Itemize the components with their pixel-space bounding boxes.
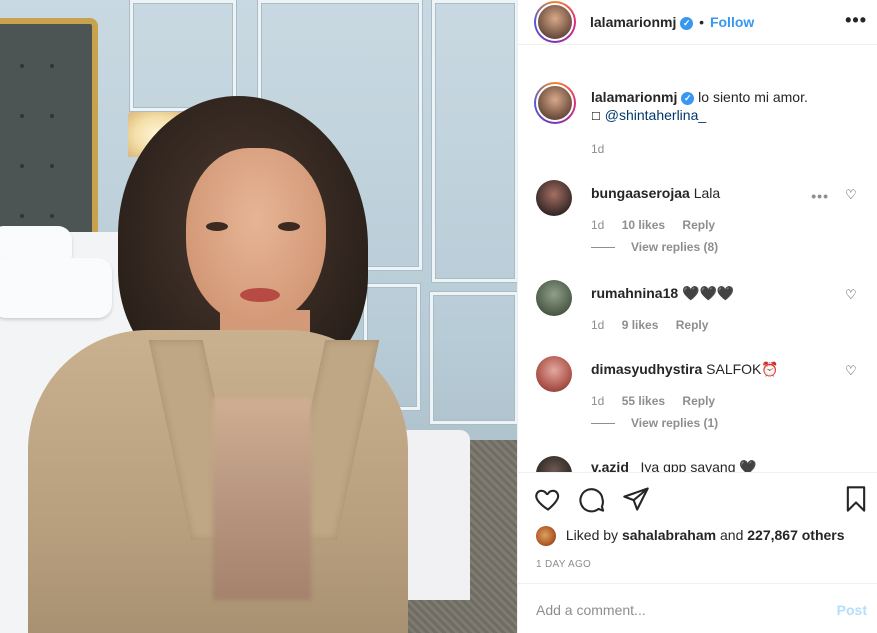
post-header: lalamarionmj ✓ • Follow ••• — [518, 0, 877, 45]
wall-molding — [432, 0, 517, 282]
liker-avatar[interactable] — [536, 526, 556, 547]
post-actions: Liked by sahalabraham and 227,867 others… — [518, 472, 877, 633]
liked-by-line: Liked by sahalabraham and 227,867 others — [536, 523, 845, 547]
commenter-avatar[interactable] — [536, 180, 572, 216]
like-heart-icon[interactable] — [534, 485, 562, 513]
caption-mention-icon: ☐ — [591, 111, 601, 123]
comment-reply-button[interactable]: Reply — [682, 394, 715, 408]
comment-like-heart-icon[interactable]: ♡ — [845, 363, 857, 378]
comment-username[interactable]: dimasyudhystira — [591, 361, 702, 377]
eye — [206, 222, 228, 231]
add-comment-bar: Add a comment... Post — [518, 583, 877, 633]
share-paper-plane-icon[interactable] — [622, 485, 650, 513]
author-avatar[interactable] — [534, 1, 576, 43]
comment-likes[interactable]: 55 likes — [622, 394, 665, 408]
save-bookmark-icon[interactable] — [842, 485, 870, 513]
comment-bubble-icon[interactable] — [578, 485, 606, 513]
comment-like-heart-icon[interactable]: ♡ — [845, 187, 857, 202]
comment-time[interactable]: 1d — [591, 218, 604, 232]
pillow — [0, 258, 112, 318]
caption-text: lo siento mi amor. — [698, 89, 808, 105]
eye — [278, 222, 300, 231]
comment-text: Lala — [693, 185, 721, 201]
caption-time[interactable]: 1d — [591, 142, 604, 156]
view-replies-button[interactable]: View replies (1) — [591, 416, 718, 430]
separator-dot: • — [699, 14, 705, 30]
add-comment-input[interactable]: Add a comment... — [536, 602, 646, 618]
blur-censor-block — [213, 398, 311, 600]
comment-likes[interactable]: 10 likes — [622, 218, 665, 232]
follow-button[interactable]: Follow — [710, 14, 754, 30]
likes-count[interactable]: 227,867 others — [747, 527, 844, 543]
liked-by-user[interactable]: sahalabraham — [622, 527, 716, 543]
comment-like-heart-icon[interactable]: ♡ — [845, 287, 857, 302]
more-dots-icon[interactable]: ••• — [845, 10, 867, 31]
comment-text: Iya gpp sayang 🖤 — [640, 459, 757, 472]
verified-badge-icon: ✓ — [680, 17, 694, 30]
comment-likes[interactable]: 9 likes — [622, 318, 659, 332]
post-sidebar: lalamarionmj ✓ • Follow ••• lalamarionmj… — [517, 0, 877, 633]
author-username[interactable]: lalamarionmj — [590, 14, 676, 30]
commenter-avatar[interactable] — [536, 356, 572, 392]
instagram-post-window: lalamarionmj ✓ • Follow ••• lalamarionmj… — [0, 0, 877, 633]
post-time-ago[interactable]: 1 DAY AGO — [536, 559, 591, 570]
post-photo[interactable] — [0, 0, 517, 633]
comment-reply-button[interactable]: Reply — [676, 318, 709, 332]
wall-molding — [430, 292, 517, 424]
lips — [240, 288, 280, 302]
post-comment-button[interactable]: Post — [837, 602, 867, 618]
view-replies-button[interactable]: View replies (8) — [591, 240, 718, 254]
commenter-avatar[interactable] — [536, 280, 572, 316]
caption-username[interactable]: lalamarionmj — [591, 89, 677, 105]
author-avatar[interactable] — [534, 82, 576, 124]
verified-badge-icon: ✓ — [681, 92, 695, 105]
commenter-avatar[interactable] — [536, 456, 572, 472]
liked-by-prefix: Liked by — [565, 527, 619, 543]
comment-more-icon[interactable]: ••• — [811, 188, 829, 204]
comment-username[interactable]: v.azid_ — [591, 459, 637, 472]
comment-text: SALFOK⏰ — [706, 361, 779, 377]
comment-time[interactable]: 1d — [591, 318, 604, 332]
comment-text: 🖤🖤🖤 — [682, 285, 735, 301]
comment-reply-button[interactable]: Reply — [682, 218, 715, 232]
comments-list[interactable]: lalamarionmj ✓ lo siento mi amor. ☐ @shi… — [518, 62, 877, 472]
comment-time[interactable]: 1d — [591, 394, 604, 408]
comment-username[interactable]: rumahnina18 — [591, 285, 678, 301]
wall-molding — [130, 0, 236, 111]
caption-mention[interactable]: @shintaherlina_ — [605, 107, 706, 123]
liked-by-and: and — [720, 527, 744, 543]
comment-username[interactable]: bungaaserojaa — [591, 185, 690, 201]
